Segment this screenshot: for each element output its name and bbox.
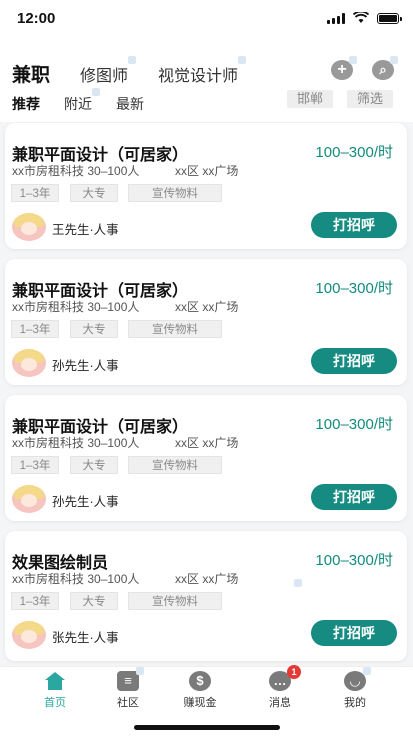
avatar — [12, 349, 46, 377]
tab-dot-icon — [128, 56, 137, 64]
battery-icon — [377, 12, 402, 24]
location: xx区 xx广场 — [175, 300, 239, 314]
greet-button[interactable]: 打招呼 — [311, 348, 397, 374]
badge-dot-icon — [390, 56, 398, 64]
tag-category: 宣传物料 — [128, 592, 222, 610]
tabbar-profile[interactable]: ◡ 我的 — [320, 667, 390, 710]
badge-dot-icon — [136, 667, 144, 675]
salary: 100–300/时 — [315, 416, 393, 433]
job-card[interactable]: 效果图绘制员 100–300/时 xx市房租科技 30–100人 xx区 xx广… — [5, 531, 407, 661]
tab-label: 修图师 — [80, 68, 129, 85]
recruiter-name: 王先生·人事 — [52, 223, 119, 237]
tabbar-label: 消息 — [269, 697, 291, 709]
status-time: 12:00 — [17, 10, 56, 27]
job-category-tabs: 兼职 修图师 视觉设计师 — [12, 56, 268, 87]
tab-label: 视觉设计师 — [158, 68, 239, 85]
tabbar-earn-cash[interactable]: $ 赚现金 — [165, 671, 235, 710]
avatar — [12, 621, 46, 649]
dot-icon — [294, 579, 302, 587]
status-bar: 12:00 — [0, 0, 413, 36]
salary: 100–300/时 — [315, 552, 393, 569]
location: xx区 xx广场 — [175, 572, 239, 586]
tag-education: 大专 — [70, 184, 118, 202]
tabbar-label: 赚现金 — [183, 697, 217, 709]
subtab-latest[interactable]: 最新 — [116, 94, 144, 114]
recruiter-name: 孙先生·人事 — [52, 359, 119, 373]
sort-tabs: 推荐 附近 最新 — [12, 88, 168, 114]
tab-dot-icon — [238, 56, 247, 64]
badge-dot-icon — [349, 56, 357, 64]
profile-icon: ◡ — [344, 667, 371, 691]
tabbar-label: 首页 — [44, 697, 66, 709]
tag-category: 宣传物料 — [128, 184, 222, 202]
tab-retoucher[interactable]: 修图师 — [80, 56, 137, 86]
search-icon[interactable]: ⌕ — [372, 56, 398, 80]
tag-category: 宣传物料 — [128, 320, 222, 338]
dollar-icon: $ — [189, 671, 211, 691]
home-icon — [44, 671, 66, 691]
city-filter-button[interactable]: 邯郸 — [287, 90, 333, 108]
signal-icon — [327, 12, 345, 24]
tag-education: 大专 — [70, 456, 118, 474]
company-info: xx市房租科技 30–100人 — [12, 164, 140, 178]
wifi-icon — [353, 12, 369, 23]
avatar — [12, 213, 46, 241]
greet-button[interactable]: 打招呼 — [311, 620, 397, 646]
message-icon: … 1 — [269, 665, 301, 691]
tabbar-label: 社区 — [117, 697, 139, 709]
salary: 100–300/时 — [315, 280, 393, 297]
community-icon: ≡ — [117, 667, 144, 691]
tag-experience: 1–3年 — [11, 320, 59, 338]
tabbar-label: 我的 — [344, 697, 366, 709]
job-card[interactable]: 兼职平面设计（可居家） 100–300/时 xx市房租科技 30–100人 xx… — [5, 259, 407, 385]
header: 兼职 修图师 视觉设计师 + ⌕ 推荐 附近 最新 邯郸 筛选 — [0, 36, 413, 122]
unread-badge: 1 — [287, 665, 301, 679]
tag-experience: 1–3年 — [11, 184, 59, 202]
recruiter-name: 张先生·人事 — [52, 631, 119, 645]
home-indicator — [0, 716, 413, 739]
avatar — [12, 485, 46, 513]
job-card[interactable]: 兼职平面设计（可居家） 100–300/时 xx市房租科技 30–100人 xx… — [5, 395, 407, 521]
tab-dot-icon — [92, 88, 100, 96]
filter-button[interactable]: 筛选 — [347, 90, 393, 108]
tag-experience: 1–3年 — [11, 592, 59, 610]
greet-button[interactable]: 打招呼 — [311, 484, 397, 510]
location: xx区 xx广场 — [175, 164, 239, 178]
tabbar-home[interactable]: 首页 — [20, 671, 90, 710]
tabbar-community[interactable]: ≡ 社区 — [93, 667, 163, 710]
subtab-label: 附近 — [64, 96, 92, 112]
status-icons — [327, 12, 402, 24]
job-card[interactable]: 兼职平面设计（可居家） 100–300/时 xx市房租科技 30–100人 xx… — [5, 123, 407, 249]
company-info: xx市房租科技 30–100人 — [12, 300, 140, 314]
subtab-nearby[interactable]: 附近 — [64, 88, 100, 114]
tag-experience: 1–3年 — [11, 456, 59, 474]
tag-category: 宣传物料 — [128, 456, 222, 474]
badge-dot-icon — [363, 667, 371, 675]
tab-parttime[interactable]: 兼职 — [12, 60, 50, 87]
tag-education: 大专 — [70, 592, 118, 610]
recruiter-name: 孙先生·人事 — [52, 495, 119, 509]
company-info: xx市房租科技 30–100人 — [12, 572, 140, 586]
tab-visual-designer[interactable]: 视觉设计师 — [158, 56, 247, 86]
greet-button[interactable]: 打招呼 — [311, 212, 397, 238]
bottom-tab-bar: 首页 ≡ 社区 $ 赚现金 … 1 消息 ◡ 我的 — [0, 665, 413, 717]
location: xx区 xx广场 — [175, 436, 239, 450]
add-icon[interactable]: + — [331, 56, 357, 80]
tabbar-messages[interactable]: … 1 消息 — [245, 665, 315, 710]
tag-education: 大专 — [70, 320, 118, 338]
subtab-recommend[interactable]: 推荐 — [12, 94, 40, 114]
company-info: xx市房租科技 30–100人 — [12, 436, 140, 450]
salary: 100–300/时 — [315, 144, 393, 161]
